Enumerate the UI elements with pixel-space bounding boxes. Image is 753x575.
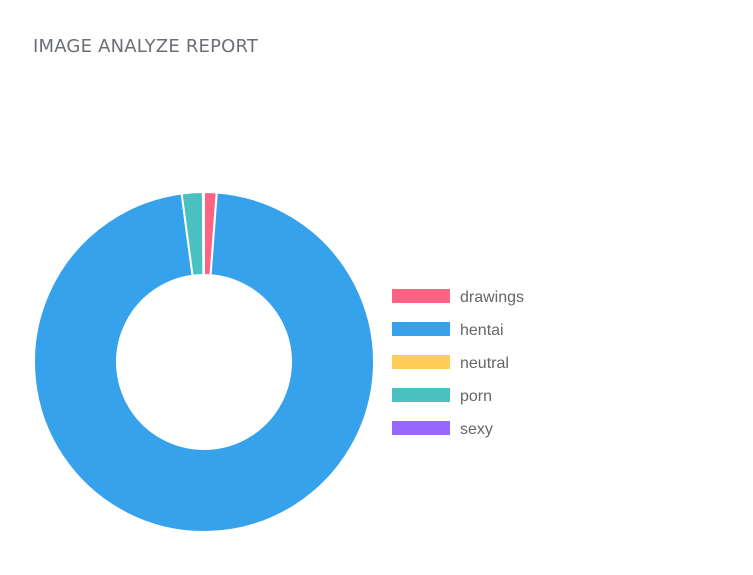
legend-item-drawings[interactable]: drawings bbox=[392, 289, 524, 306]
legend-label-porn: porn bbox=[460, 388, 492, 405]
legend-item-neutral[interactable]: neutral bbox=[392, 355, 509, 372]
legend-swatch-neutral bbox=[392, 355, 450, 369]
legend-swatch-hentai bbox=[392, 322, 450, 336]
chart-slices bbox=[33, 190, 375, 533]
legend-label-neutral: neutral bbox=[460, 355, 509, 372]
legend-label-sexy: sexy bbox=[460, 421, 493, 438]
legend-label-drawings: drawings bbox=[460, 289, 524, 306]
legend-item-porn[interactable]: porn bbox=[392, 388, 492, 405]
legend-item-hentai[interactable]: hentai bbox=[392, 322, 504, 339]
legend-swatch-drawings bbox=[392, 289, 450, 303]
chart-legend: drawings hentai neutral porn sexy bbox=[392, 289, 524, 438]
legend-swatch-sexy bbox=[392, 421, 450, 435]
slice-sexy[interactable] bbox=[201, 190, 205, 277]
legend-label-hentai: hentai bbox=[460, 322, 504, 339]
report-card: IMAGE ANALYZE REPORT drawings hentai neutr… bbox=[0, 0, 753, 575]
doughnut-chart: drawings hentai neutral porn sexy bbox=[33, 190, 524, 533]
legend-item-sexy[interactable]: sexy bbox=[392, 421, 493, 438]
legend-swatch-porn bbox=[392, 388, 450, 402]
